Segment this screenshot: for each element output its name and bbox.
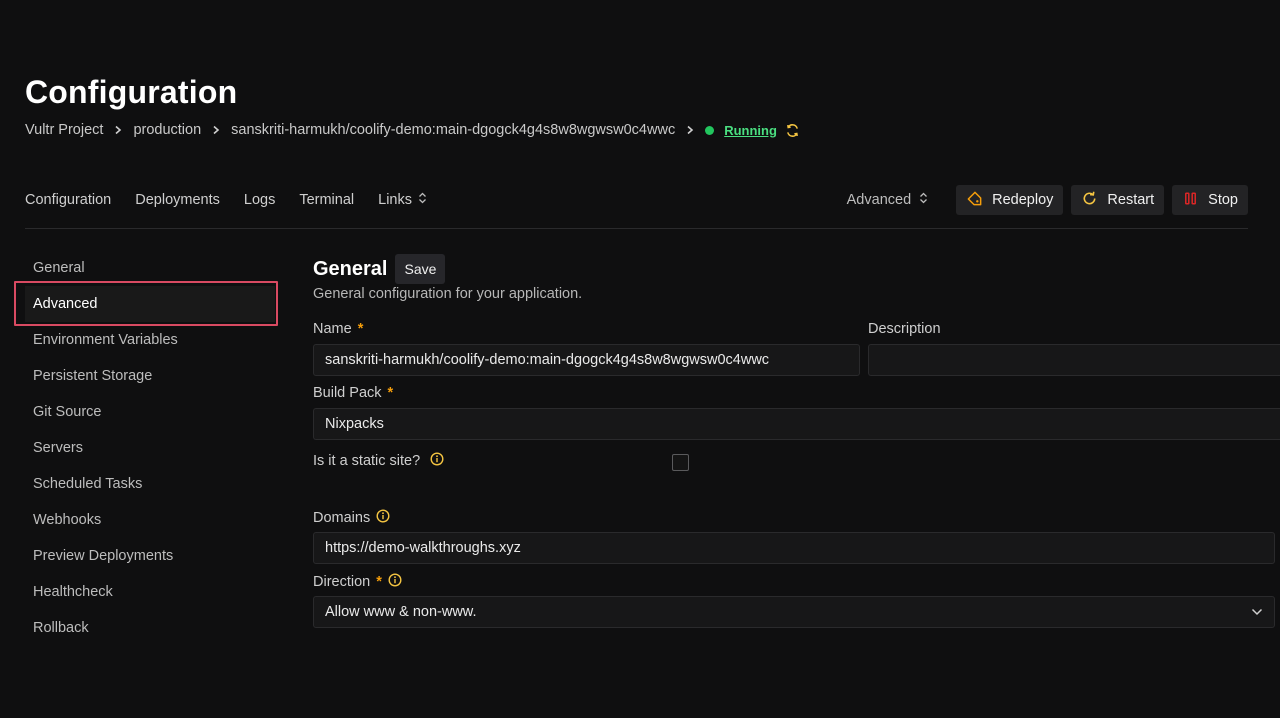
direction-label: Direction [313, 574, 371, 590]
top-nav: Configuration Deployments Logs Terminal … [25, 190, 427, 210]
restart-button[interactable]: Restart [1071, 185, 1165, 215]
sidebar-item-servers[interactable]: Servers [25, 430, 275, 466]
required-mark: * [357, 321, 364, 337]
tab-logs[interactable]: Logs [244, 192, 275, 208]
sidebar-item-git-source[interactable]: Git Source [25, 394, 275, 430]
build-pack-label-row: Build Pack * [313, 385, 393, 401]
direction-label-row: Direction * [313, 573, 402, 591]
name-field[interactable]: sanskriti-harmukh/coolify-demo:main-dgog… [313, 344, 860, 376]
sidebar-item-persistent-storage[interactable]: Persistent Storage [25, 358, 275, 394]
build-pack-label: Build Pack [313, 385, 382, 401]
chevron-right-icon [113, 125, 123, 135]
chevron-right-icon [211, 125, 221, 135]
info-icon[interactable] [388, 573, 402, 591]
name-label: Name [313, 321, 352, 337]
restart-label: Restart [1107, 192, 1155, 208]
sidebar-item-healthcheck[interactable]: Healthcheck [25, 574, 275, 610]
domains-field[interactable]: https://demo-walkthroughs.xyz [313, 532, 1275, 564]
chevron-right-icon [685, 125, 695, 135]
static-site-row: Is it a static site? [313, 452, 444, 470]
tab-deployments[interactable]: Deployments [135, 192, 220, 208]
static-site-label: Is it a static site? [313, 453, 421, 469]
required-mark: * [376, 574, 382, 590]
name-label-row: Name * [313, 321, 363, 337]
tab-links[interactable]: Links [378, 192, 427, 208]
sidebar-item-preview-deployments[interactable]: Preview Deployments [25, 538, 275, 574]
sidebar-item-environment-variables[interactable]: Environment Variables [25, 322, 275, 358]
breadcrumb-application[interactable]: sanskriti-harmukh/coolify-demo:main-dgog… [231, 122, 675, 138]
stop-icon [1182, 190, 1199, 211]
highlight-box [14, 281, 278, 326]
description-label: Description [868, 321, 941, 337]
status-dot [705, 125, 715, 135]
chevron-down-icon [1251, 604, 1263, 620]
breadcrumb-project[interactable]: Vultr Project [25, 122, 103, 138]
description-field[interactable] [868, 344, 1280, 376]
general-section: General Save General configuration for y… [313, 254, 1280, 628]
nav-divider [25, 228, 1248, 229]
tab-terminal[interactable]: Terminal [299, 192, 354, 208]
direction-value: Allow www & non-www. [325, 604, 477, 620]
section-header: General Save [313, 254, 1280, 284]
required-mark: * [387, 385, 394, 401]
sidebar-item-rollback[interactable]: Rollback [25, 610, 275, 646]
status-badge[interactable]: Running [724, 123, 777, 138]
up-down-icon [418, 192, 427, 208]
refresh-icon[interactable] [785, 123, 800, 138]
domains-label-row: Domains [313, 509, 390, 527]
tab-links-label: Links [378, 192, 412, 208]
section-subtitle: General configuration for your applicati… [313, 286, 583, 302]
domains-label: Domains [313, 510, 371, 526]
restart-icon [1081, 190, 1098, 211]
redeploy-button[interactable]: Redeploy [956, 185, 1064, 215]
section-title: General [313, 257, 388, 280]
advanced-dropdown[interactable]: Advanced [847, 192, 929, 208]
breadcrumb-environment[interactable]: production [133, 122, 201, 138]
sidebar-item-webhooks[interactable]: Webhooks [25, 502, 275, 538]
stop-button[interactable]: Stop [1172, 185, 1248, 215]
stop-label: Stop [1208, 192, 1238, 208]
sidebar-item-scheduled-tasks[interactable]: Scheduled Tasks [25, 466, 275, 502]
up-down-icon [919, 192, 928, 208]
info-icon[interactable] [430, 452, 444, 470]
breadcrumb: Vultr Project production sanskriti-harmu… [25, 120, 800, 140]
advanced-dropdown-label: Advanced [846, 192, 912, 208]
save-button[interactable]: Save [395, 254, 446, 284]
page-title: Configuration [25, 74, 238, 110]
direction-select[interactable]: Allow www & non-www. [313, 596, 1275, 628]
action-bar: Advanced Redeploy Restart Stop [847, 185, 1248, 215]
info-icon[interactable] [376, 509, 390, 527]
tag-icon [966, 190, 983, 211]
static-site-checkbox[interactable] [672, 454, 689, 471]
tab-configuration[interactable]: Configuration [25, 192, 111, 208]
build-pack-select[interactable]: Nixpacks [313, 408, 1280, 440]
redeploy-label: Redeploy [992, 192, 1054, 208]
